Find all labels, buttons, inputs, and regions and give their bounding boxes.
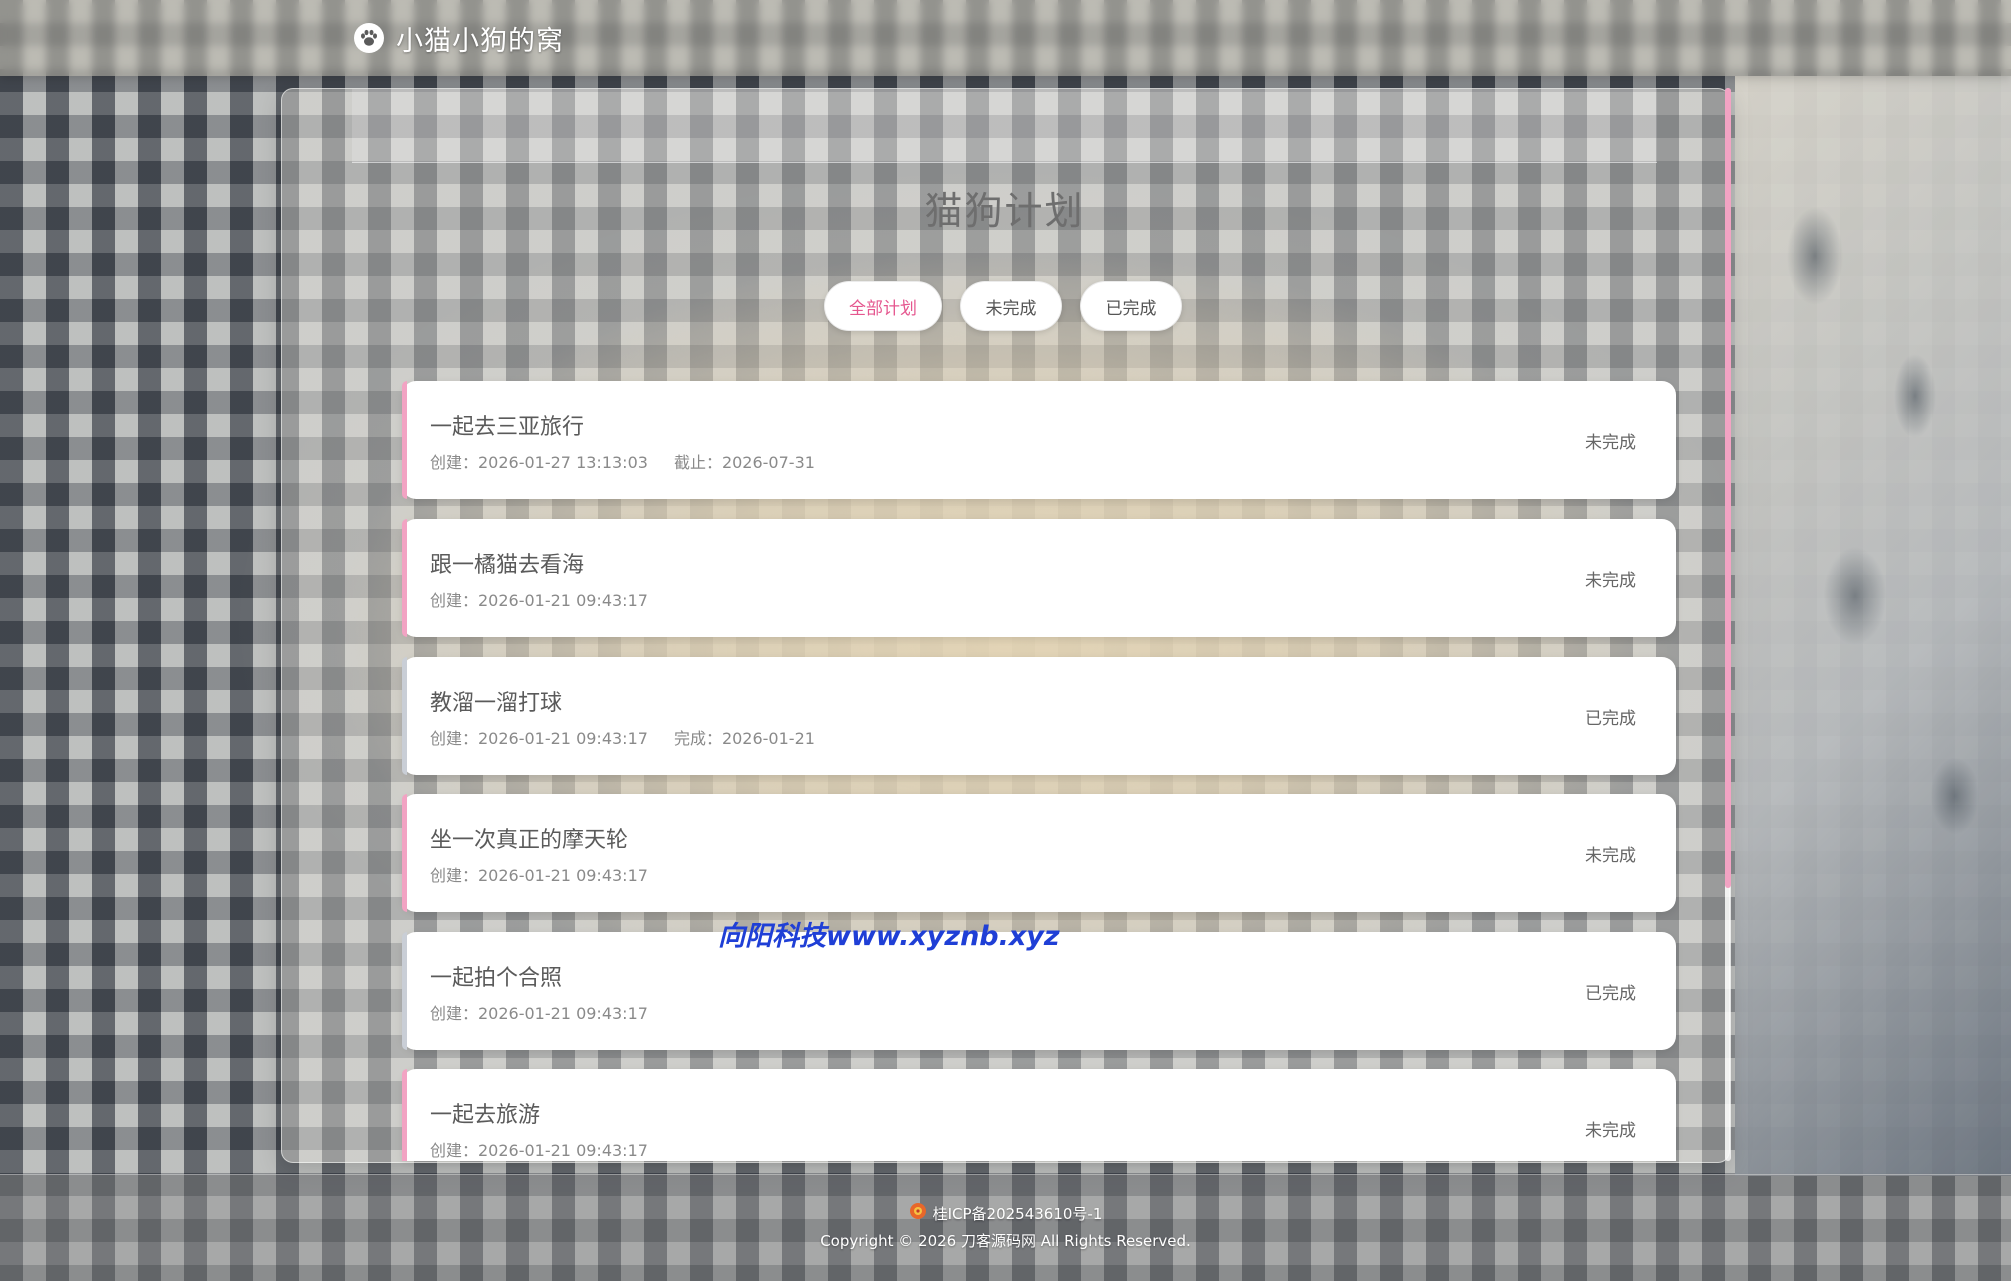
plan-status: 已完成 xyxy=(1585,709,1636,729)
status-accent-bar xyxy=(402,657,407,775)
plan-created: 创建：2026-01-27 13:13:03 xyxy=(430,453,648,472)
plan-completed: 完成：2026-01-21 xyxy=(673,729,815,748)
footer-copyright: Copyright © 2026 刀客源码网 All Rights Reserv… xyxy=(820,1232,1191,1250)
plan-card[interactable]: 一起去旅游 创建：2026-01-21 09:43:17 未完成 xyxy=(402,1069,1676,1161)
plan-status: 未完成 xyxy=(1585,846,1636,866)
plan-meta: 创建：2026-01-27 13:13:03 截止：2026-07-31 xyxy=(430,449,815,473)
plan-meta: 创建：2026-01-21 09:43:17 xyxy=(430,862,648,886)
plan-created: 创建：2026-01-21 09:43:17 xyxy=(430,729,648,748)
plan-status: 未完成 xyxy=(1585,571,1636,591)
status-accent-bar xyxy=(402,381,407,499)
watermark-text: 向阳科技www.xyznb.xyz xyxy=(718,921,1060,952)
footer xyxy=(0,1174,2011,1281)
top-navbar: 小猫小狗的窝 xyxy=(0,0,2011,76)
status-accent-bar xyxy=(402,519,407,637)
plan-title: 一起去旅游 xyxy=(430,1103,541,1128)
filter-pending-button[interactable]: 未完成 xyxy=(960,281,1062,331)
plan-title: 教溜一溜打球 xyxy=(430,691,563,716)
plan-card[interactable]: 坐一次真正的摩天轮 创建：2026-01-21 09:43:17 未完成 xyxy=(402,794,1676,912)
status-accent-bar xyxy=(402,794,407,912)
badge-icon xyxy=(909,1202,927,1224)
brand-title: 小猫小狗的窝 xyxy=(396,25,564,57)
plan-card[interactable]: 跟一橘猫去看海 创建：2026-01-21 09:43:17 未完成 xyxy=(402,519,1676,637)
plan-title: 跟一橘猫去看海 xyxy=(430,553,585,578)
plan-card[interactable]: 一起去三亚旅行 创建：2026-01-27 13:13:03 截止：2026-0… xyxy=(402,381,1676,499)
plan-card[interactable]: 教溜一溜打球 创建：2026-01-21 09:43:17 完成：2026-01… xyxy=(402,657,1676,775)
plan-created: 创建：2026-01-21 09:43:17 xyxy=(430,1004,648,1023)
panel-header-band xyxy=(352,89,1657,163)
plan-meta: 创建：2026-01-21 09:43:17 xyxy=(430,1000,648,1024)
filter-all-button[interactable]: 全部计划 xyxy=(824,281,942,331)
plan-meta: 创建：2026-01-21 09:43:17 xyxy=(430,1137,648,1161)
plan-status: 未完成 xyxy=(1585,1121,1636,1141)
paw-icon xyxy=(354,23,384,53)
plan-title: 一起拍个合照 xyxy=(430,966,563,991)
brand-link[interactable]: 小猫小狗的窝 xyxy=(354,18,564,58)
filter-done-button[interactable]: 已完成 xyxy=(1080,281,1182,331)
plan-title: 坐一次真正的摩天轮 xyxy=(430,828,629,853)
plan-created: 创建：2026-01-21 09:43:17 xyxy=(430,591,648,610)
plan-meta: 创建：2026-01-21 09:43:17 完成：2026-01-21 xyxy=(430,725,815,749)
plan-created: 创建：2026-01-21 09:43:17 xyxy=(430,1141,648,1160)
plan-created: 创建：2026-01-21 09:43:17 xyxy=(430,866,648,885)
status-accent-bar xyxy=(402,1069,407,1161)
status-accent-bar xyxy=(402,932,407,1050)
plan-status: 未完成 xyxy=(1585,433,1636,453)
page-title: 猫狗计划 xyxy=(924,189,1085,233)
footer-icp: 桂ICP备202543610号-1 xyxy=(0,1202,2011,1224)
icp-link[interactable]: 桂ICP备202543610号-1 xyxy=(933,1203,1103,1224)
plan-title: 一起去三亚旅行 xyxy=(430,415,585,440)
plan-status: 已完成 xyxy=(1585,984,1636,1004)
plan-meta: 创建：2026-01-21 09:43:17 xyxy=(430,587,648,611)
plan-deadline: 截止：2026-07-31 xyxy=(673,453,815,472)
